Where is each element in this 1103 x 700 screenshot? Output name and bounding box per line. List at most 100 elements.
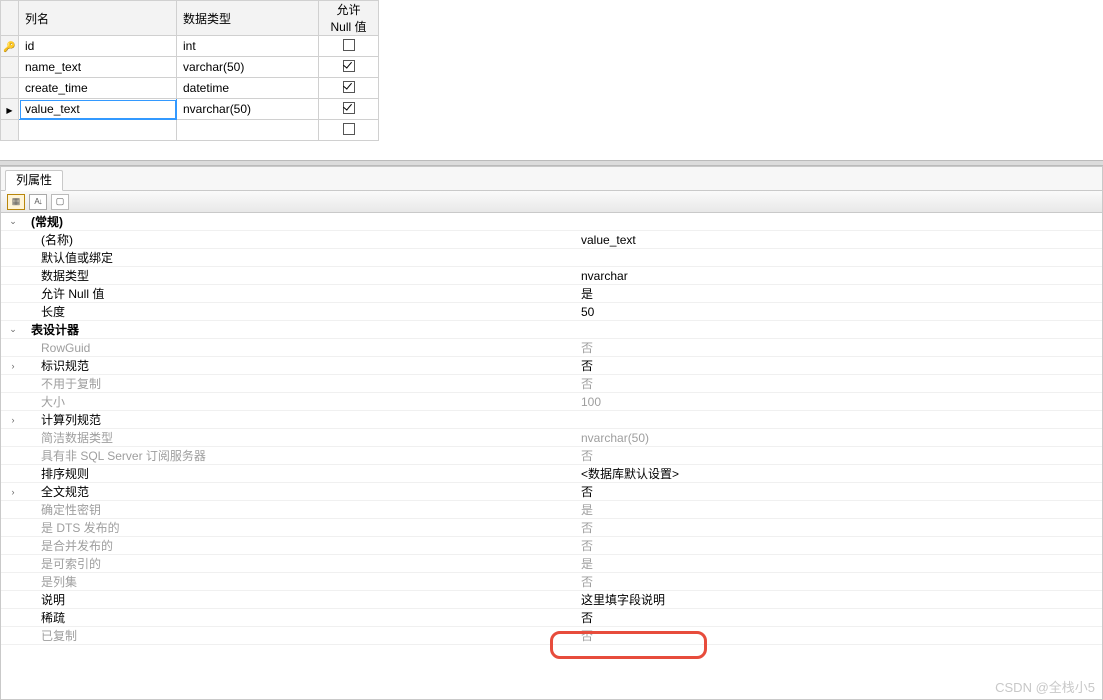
row-marker — [1, 57, 19, 78]
expander-icon[interactable]: ⌄ — [1, 324, 25, 335]
property-value[interactable]: <数据库默认设置> — [579, 465, 1102, 482]
table-row[interactable]: 🔑 idint — [1, 36, 379, 57]
property-name: 是合并发布的 — [25, 537, 579, 554]
property-row[interactable]: 默认值或绑定 — [1, 249, 1102, 267]
property-value: 否 — [579, 519, 1102, 536]
column-null-cell[interactable] — [319, 120, 379, 141]
column-name-cell[interactable]: name_text — [19, 57, 177, 78]
columns-header-null[interactable]: 允许 Null 值 — [319, 1, 379, 36]
property-row: 是合并发布的否 — [1, 537, 1102, 555]
property-category[interactable]: ⌄(常规) — [1, 213, 1102, 231]
property-row: 不用于复制否 — [1, 375, 1102, 393]
property-row: RowGuid否 — [1, 339, 1102, 357]
table-row[interactable] — [1, 120, 379, 141]
column-name-cell[interactable]: create_time — [19, 78, 177, 99]
property-row[interactable]: 长度50 — [1, 303, 1102, 321]
property-value[interactable]: 这里填字段说明 — [579, 591, 1102, 608]
property-row: 是列集否 — [1, 573, 1102, 591]
column-null-cell[interactable] — [319, 36, 379, 57]
columns-header-type[interactable]: 数据类型 — [177, 1, 319, 36]
property-row: 是 DTS 发布的否 — [1, 519, 1102, 537]
column-name-cell[interactable]: id — [19, 36, 177, 57]
property-name: 确定性密钥 — [25, 501, 579, 518]
column-properties-panel: 列属性 ▦ A↓ ▢ ⌄(常规)(名称)value_text默认值或绑定数据类型… — [0, 166, 1103, 700]
property-value: 否 — [579, 447, 1102, 464]
property-category[interactable]: ⌄表设计器 — [1, 321, 1102, 339]
property-value[interactable]: 是 — [579, 285, 1102, 302]
property-name: 不用于复制 — [25, 375, 579, 392]
column-null-cell[interactable] — [319, 99, 379, 120]
columns-table[interactable]: 列名 数据类型 允许 Null 值 🔑 idintname_textvarchar… — [0, 0, 379, 141]
property-row[interactable]: 排序规则<数据库默认设置> — [1, 465, 1102, 483]
property-value: nvarchar(50) — [579, 431, 1102, 445]
property-value: 否 — [579, 573, 1102, 590]
allow-null-checkbox[interactable] — [343, 39, 355, 51]
column-type-cell[interactable]: int — [177, 36, 319, 57]
property-value: 否 — [579, 375, 1102, 392]
properties-grid[interactable]: ⌄(常规)(名称)value_text默认值或绑定数据类型nvarchar允许 … — [1, 213, 1102, 699]
table-row[interactable]: create_timedatetime — [1, 78, 379, 99]
column-type-cell[interactable] — [177, 120, 319, 141]
tab-column-properties[interactable]: 列属性 — [5, 170, 63, 191]
property-value[interactable]: 50 — [579, 305, 1102, 319]
property-row[interactable]: 允许 Null 值是 — [1, 285, 1102, 303]
property-row[interactable]: 稀疏否 — [1, 609, 1102, 627]
columns-header-name[interactable]: 列名 — [19, 1, 177, 36]
property-name: 排序规则 — [25, 465, 579, 482]
property-name: 表设计器 — [25, 321, 579, 338]
property-name: 具有非 SQL Server 订阅服务器 — [25, 447, 579, 464]
property-name: 全文规范 — [25, 483, 579, 500]
property-row: 已复制否 — [1, 627, 1102, 645]
property-row[interactable]: ›标识规范否 — [1, 357, 1102, 375]
property-name: 是 DTS 发布的 — [25, 519, 579, 536]
property-row[interactable]: 数据类型nvarchar — [1, 267, 1102, 285]
table-row[interactable]: value_textnvarchar(50) — [1, 99, 379, 120]
property-row: 简洁数据类型nvarchar(50) — [1, 429, 1102, 447]
property-value: 是 — [579, 501, 1102, 518]
properties-tabstrip: 列属性 — [1, 167, 1102, 191]
row-marker: 🔑 — [1, 36, 19, 57]
property-row[interactable]: ›全文规范否 — [1, 483, 1102, 501]
column-name-cell[interactable] — [19, 120, 177, 141]
column-type-cell[interactable]: nvarchar(50) — [177, 99, 319, 120]
primary-key-icon: 🔑 — [3, 42, 15, 53]
expander-icon[interactable]: ⌄ — [1, 216, 25, 227]
property-name: 计算列规范 — [25, 411, 579, 428]
allow-null-checkbox[interactable] — [343, 123, 355, 135]
column-name-cell[interactable]: value_text — [19, 99, 177, 120]
expander-icon[interactable]: › — [1, 361, 25, 371]
alphabetical-view-button[interactable]: A↓ — [29, 194, 47, 210]
column-null-cell[interactable] — [319, 78, 379, 99]
columns-header-blank — [1, 1, 19, 36]
expander-icon[interactable]: › — [1, 415, 25, 425]
allow-null-checkbox[interactable] — [343, 81, 355, 93]
current-row-icon — [6, 102, 12, 116]
categorized-view-button[interactable]: ▦ — [7, 194, 25, 210]
allow-null-checkbox[interactable] — [343, 102, 355, 114]
expander-icon[interactable]: › — [1, 487, 25, 497]
column-type-cell[interactable]: varchar(50) — [177, 57, 319, 78]
row-marker — [1, 99, 19, 120]
property-value: 是 — [579, 555, 1102, 572]
allow-null-checkbox[interactable] — [343, 60, 355, 72]
property-name: 长度 — [25, 303, 579, 320]
property-row: 是可索引的是 — [1, 555, 1102, 573]
property-row: 大小100 — [1, 393, 1102, 411]
property-row[interactable]: 说明这里填字段说明 — [1, 591, 1102, 609]
property-name: 是可索引的 — [25, 555, 579, 572]
property-row: 确定性密钥是 — [1, 501, 1102, 519]
property-name: (名称) — [25, 231, 579, 248]
property-row[interactable]: (名称)value_text — [1, 231, 1102, 249]
property-value[interactable]: nvarchar — [579, 269, 1102, 283]
property-row[interactable]: ›计算列规范 — [1, 411, 1102, 429]
property-value[interactable]: 否 — [579, 483, 1102, 500]
property-pages-button[interactable]: ▢ — [51, 194, 69, 210]
property-name: 是列集 — [25, 573, 579, 590]
column-type-cell[interactable]: datetime — [177, 78, 319, 99]
table-row[interactable]: name_textvarchar(50) — [1, 57, 379, 78]
column-null-cell[interactable] — [319, 57, 379, 78]
property-value[interactable]: 否 — [579, 357, 1102, 374]
property-value[interactable]: 否 — [579, 609, 1102, 626]
property-value[interactable]: value_text — [579, 233, 1102, 247]
property-name: 简洁数据类型 — [25, 429, 579, 446]
